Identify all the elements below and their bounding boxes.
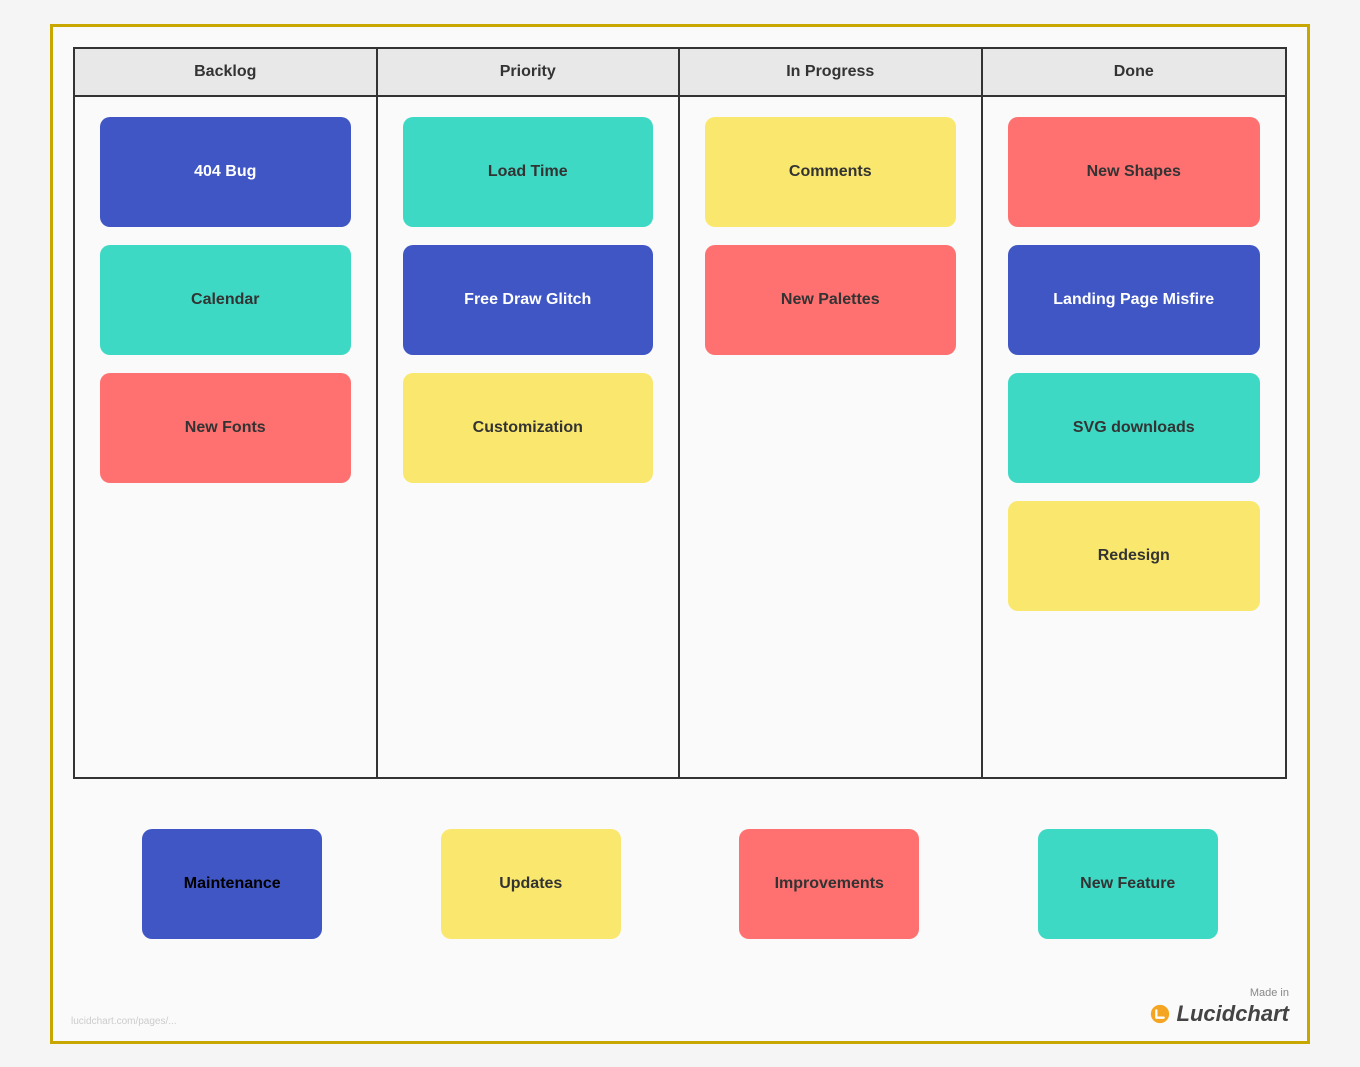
card-calendar[interactable]: Calendar [100,245,351,355]
kanban-board: Backlog Priority In Progress Done 404 Bu… [73,47,1287,779]
legend-maintenance: Maintenance [83,819,382,949]
inprogress-column: Comments New Palettes [680,97,983,777]
card-newfonts[interactable]: New Fonts [100,373,351,483]
column-header-priority: Priority [378,49,681,95]
legend-card-improvements[interactable]: Improvements [739,829,919,939]
card-svgdownloads[interactable]: SVG downloads [1008,373,1261,483]
column-header-inprogress: In Progress [680,49,983,95]
legend-section: Maintenance Updates Improvements New Fea… [73,819,1287,949]
kanban-header: Backlog Priority In Progress Done [75,49,1285,97]
card-loadtime[interactable]: Load Time [403,117,654,227]
legend-improvements: Improvements [680,819,979,949]
watermark: lucidchart.com/pages/... [71,1016,177,1027]
column-header-done: Done [983,49,1286,95]
lucidchart-icon [1149,1003,1171,1025]
card-freedrawglitch[interactable]: Free Draw Glitch [403,245,654,355]
legend-card-updates[interactable]: Updates [441,829,621,939]
card-redesign[interactable]: Redesign [1008,501,1261,611]
legend-card-newfeature[interactable]: New Feature [1038,829,1218,939]
legend-newfeature: New Feature [979,819,1278,949]
done-column: New Shapes Landing Page Misfire SVG down… [983,97,1286,777]
legend-updates: Updates [382,819,681,949]
column-header-backlog: Backlog [75,49,378,95]
card-404bug[interactable]: 404 Bug [100,117,351,227]
made-in-label: Made in [1250,987,1289,999]
card-landingpagemisfire[interactable]: Landing Page Misfire [1008,245,1261,355]
lucidchart-logo: Lucidchart [1149,1001,1289,1027]
kanban-body: 404 Bug Calendar New Fonts Load Time Fre… [75,97,1285,777]
footer: Made in Lucidchart [1149,987,1289,1027]
card-customization[interactable]: Customization [403,373,654,483]
card-newpalettes[interactable]: New Palettes [705,245,956,355]
card-newshapes[interactable]: New Shapes [1008,117,1261,227]
card-comments[interactable]: Comments [705,117,956,227]
legend-card-maintenance[interactable]: Maintenance [142,829,322,939]
page-wrapper: Backlog Priority In Progress Done 404 Bu… [50,24,1310,1044]
lucidchart-brand-text: Lucidchart [1177,1001,1289,1027]
backlog-column: 404 Bug Calendar New Fonts [75,97,378,777]
priority-column: Load Time Free Draw Glitch Customization [378,97,681,777]
